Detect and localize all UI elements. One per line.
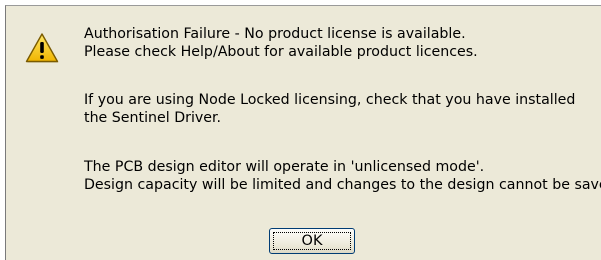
message-paragraph-unlicensed-mode: The PCB design editor will operate in 'u… <box>84 158 601 194</box>
warning-icon <box>25 33 59 63</box>
screenshot-frame: Authorisation Failure - No product licen… <box>0 0 601 260</box>
message-line: The PCB design editor will operate in 'u… <box>84 159 485 175</box>
message-line: If you are using Node Locked licensing, … <box>84 92 576 108</box>
message-line: Please check Help/About for available pr… <box>84 44 478 60</box>
message-line: the Sentinel Driver. <box>84 110 222 126</box>
ok-button-label: OK <box>301 233 323 249</box>
message-line: Authorisation Failure - No product licen… <box>84 26 466 42</box>
message-paragraph-license: Authorisation Failure - No product licen… <box>84 25 478 61</box>
message-paragraph-node-locked: If you are using Node Locked licensing, … <box>84 91 575 127</box>
message-line: Design capacity will be limited and chan… <box>84 177 601 193</box>
ok-button[interactable]: OK <box>269 228 355 254</box>
license-warning-dialog: Authorisation Failure - No product licen… <box>5 5 601 260</box>
